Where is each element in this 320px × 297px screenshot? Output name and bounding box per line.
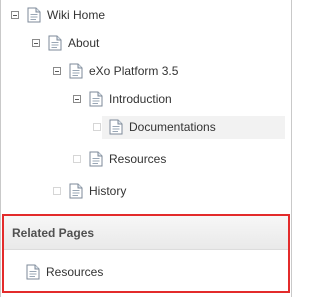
collapse-toggle-icon[interactable]: [73, 95, 81, 103]
page-icon: [89, 151, 103, 167]
collapse-toggle-icon[interactable]: [32, 39, 40, 47]
page-icon: [48, 35, 62, 51]
tree-node-history[interactable]: History: [53, 181, 126, 201]
page-icon: [109, 119, 123, 135]
leaf-toggle-icon: [93, 123, 101, 131]
tree-node-label[interactable]: Documentations: [129, 120, 216, 134]
tree-node-documentations[interactable]: Documentations: [93, 117, 216, 137]
leaf-toggle-icon: [73, 155, 81, 163]
collapse-toggle-icon[interactable]: [11, 11, 19, 19]
page-icon: [27, 7, 41, 23]
tree-node-about[interactable]: About: [32, 33, 99, 53]
related-pages-title: Related Pages: [4, 216, 288, 250]
tree-node-label[interactable]: Wiki Home: [47, 8, 105, 22]
tree-node-label[interactable]: Introduction: [109, 92, 172, 106]
page-icon: [69, 63, 83, 79]
tree-node-wiki-home[interactable]: Wiki Home: [11, 5, 105, 25]
page-icon: [26, 264, 40, 280]
tree-node-label[interactable]: Resources: [109, 152, 166, 166]
tree-node-introduction[interactable]: Introduction: [73, 89, 172, 109]
related-page-item[interactable]: Resources: [26, 262, 103, 282]
related-pages-panel: Related Pages Resources: [2, 214, 290, 293]
wiki-navigation-panel: Wiki Home About eXo Platform 3.5 Introdu…: [0, 0, 292, 297]
tree-node-label[interactable]: History: [89, 184, 126, 198]
page-icon: [89, 91, 103, 107]
tree-node-label[interactable]: About: [68, 36, 99, 50]
tree-node-exo-platform[interactable]: eXo Platform 3.5: [53, 61, 178, 81]
leaf-toggle-icon: [53, 187, 61, 195]
tree-node-resources[interactable]: Resources: [73, 149, 166, 169]
page-icon: [69, 183, 83, 199]
tree-node-label[interactable]: eXo Platform 3.5: [89, 64, 178, 78]
collapse-toggle-icon[interactable]: [53, 67, 61, 75]
related-page-label[interactable]: Resources: [46, 265, 103, 279]
